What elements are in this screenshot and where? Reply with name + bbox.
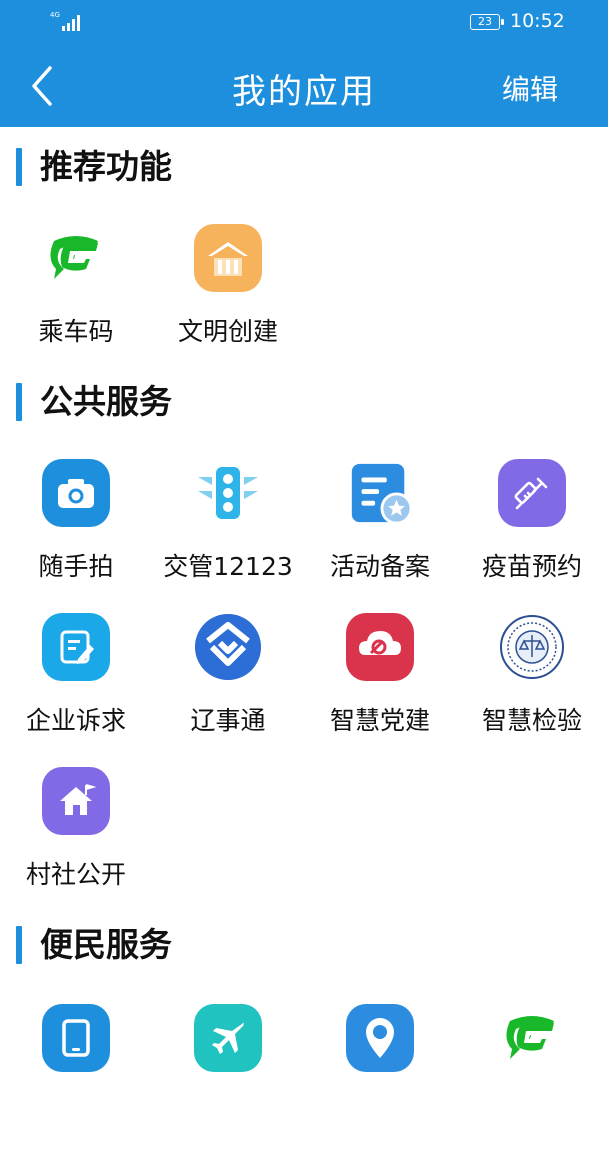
- app-bus-code[interactable]: 乘车码: [0, 224, 152, 374]
- camera-icon: [42, 459, 110, 527]
- section-recommended: 推荐功能: [16, 146, 596, 190]
- clock: 10:52: [510, 10, 565, 32]
- app-enterprise-appeal[interactable]: 企业诉求: [0, 613, 152, 763]
- home-flag-icon: [42, 767, 110, 835]
- party-emblem-icon: [346, 613, 414, 681]
- section-accent-bar: [16, 383, 22, 421]
- section-title: 推荐功能: [40, 147, 172, 186]
- procuratorate-emblem-icon: [498, 613, 566, 681]
- app-label: 村社公开: [25, 860, 126, 889]
- section-accent-bar: [16, 926, 22, 964]
- app-label: 辽事通: [190, 706, 266, 735]
- app-label: 文明创建: [177, 317, 278, 346]
- app-tablet[interactable]: [0, 1004, 152, 1154]
- liaoshitong-logo-icon: [194, 613, 262, 681]
- app-bus-location[interactable]: [304, 1004, 456, 1154]
- status-bar: 4G 23 10:52: [0, 10, 608, 36]
- app-smart-party[interactable]: 智慧党建: [304, 613, 456, 763]
- section-title: 便民服务: [40, 925, 172, 964]
- app-label: 智慧检验: [481, 706, 582, 735]
- tablet-icon: [42, 1004, 110, 1072]
- app-label: 活动备案: [329, 552, 430, 581]
- edit-button[interactable]: 编辑: [502, 68, 558, 108]
- app-label: 疫苗预约: [481, 552, 582, 581]
- signal-bars-icon: [62, 15, 80, 31]
- section-accent-bar: [16, 148, 22, 186]
- traffic-light-icon: [194, 459, 262, 527]
- app-village-public[interactable]: 村社公开: [0, 767, 152, 917]
- app-civilization[interactable]: 文明创建: [152, 224, 304, 374]
- app-traffic-12123[interactable]: 交管12123: [152, 459, 304, 609]
- app-label: 企业诉求: [25, 706, 126, 735]
- app-activity-filing[interactable]: 活动备案: [304, 459, 456, 609]
- battery-icon: 23: [470, 14, 504, 30]
- app-label: 乘车码: [38, 317, 114, 346]
- app-snapshot[interactable]: 随手拍: [0, 459, 152, 609]
- nav-bar: 我的应用 编辑: [0, 56, 608, 120]
- app-green-g[interactable]: [456, 1004, 608, 1154]
- civilization-house-icon: [194, 224, 262, 292]
- app-liaoshitong[interactable]: 辽事通: [152, 613, 304, 763]
- bus-location-icon: [346, 1004, 414, 1072]
- document-star-icon: [346, 459, 414, 527]
- airplane-icon: [194, 1004, 262, 1072]
- section-convenience-services: 便民服务: [16, 924, 596, 968]
- app-label: 智慧党建: [329, 706, 430, 735]
- green-g-logo-icon: [42, 224, 110, 292]
- syringe-icon: [498, 459, 566, 527]
- app-vaccine[interactable]: 疫苗预约: [456, 459, 608, 609]
- app-flight[interactable]: [152, 1004, 304, 1154]
- section-public-services: 公共服务: [16, 381, 596, 425]
- app-label: 交管12123: [163, 552, 293, 581]
- green-g-logo-icon: [498, 1004, 566, 1072]
- app-header: 4G 23 10:52 我的应用 编辑: [0, 0, 608, 127]
- app-label: 随手拍: [38, 552, 114, 581]
- section-title: 公共服务: [40, 382, 172, 421]
- edit-note-icon: [42, 613, 110, 681]
- app-smart-inspection[interactable]: 智慧检验: [456, 613, 608, 763]
- signal-indicator: 4G: [50, 11, 84, 32]
